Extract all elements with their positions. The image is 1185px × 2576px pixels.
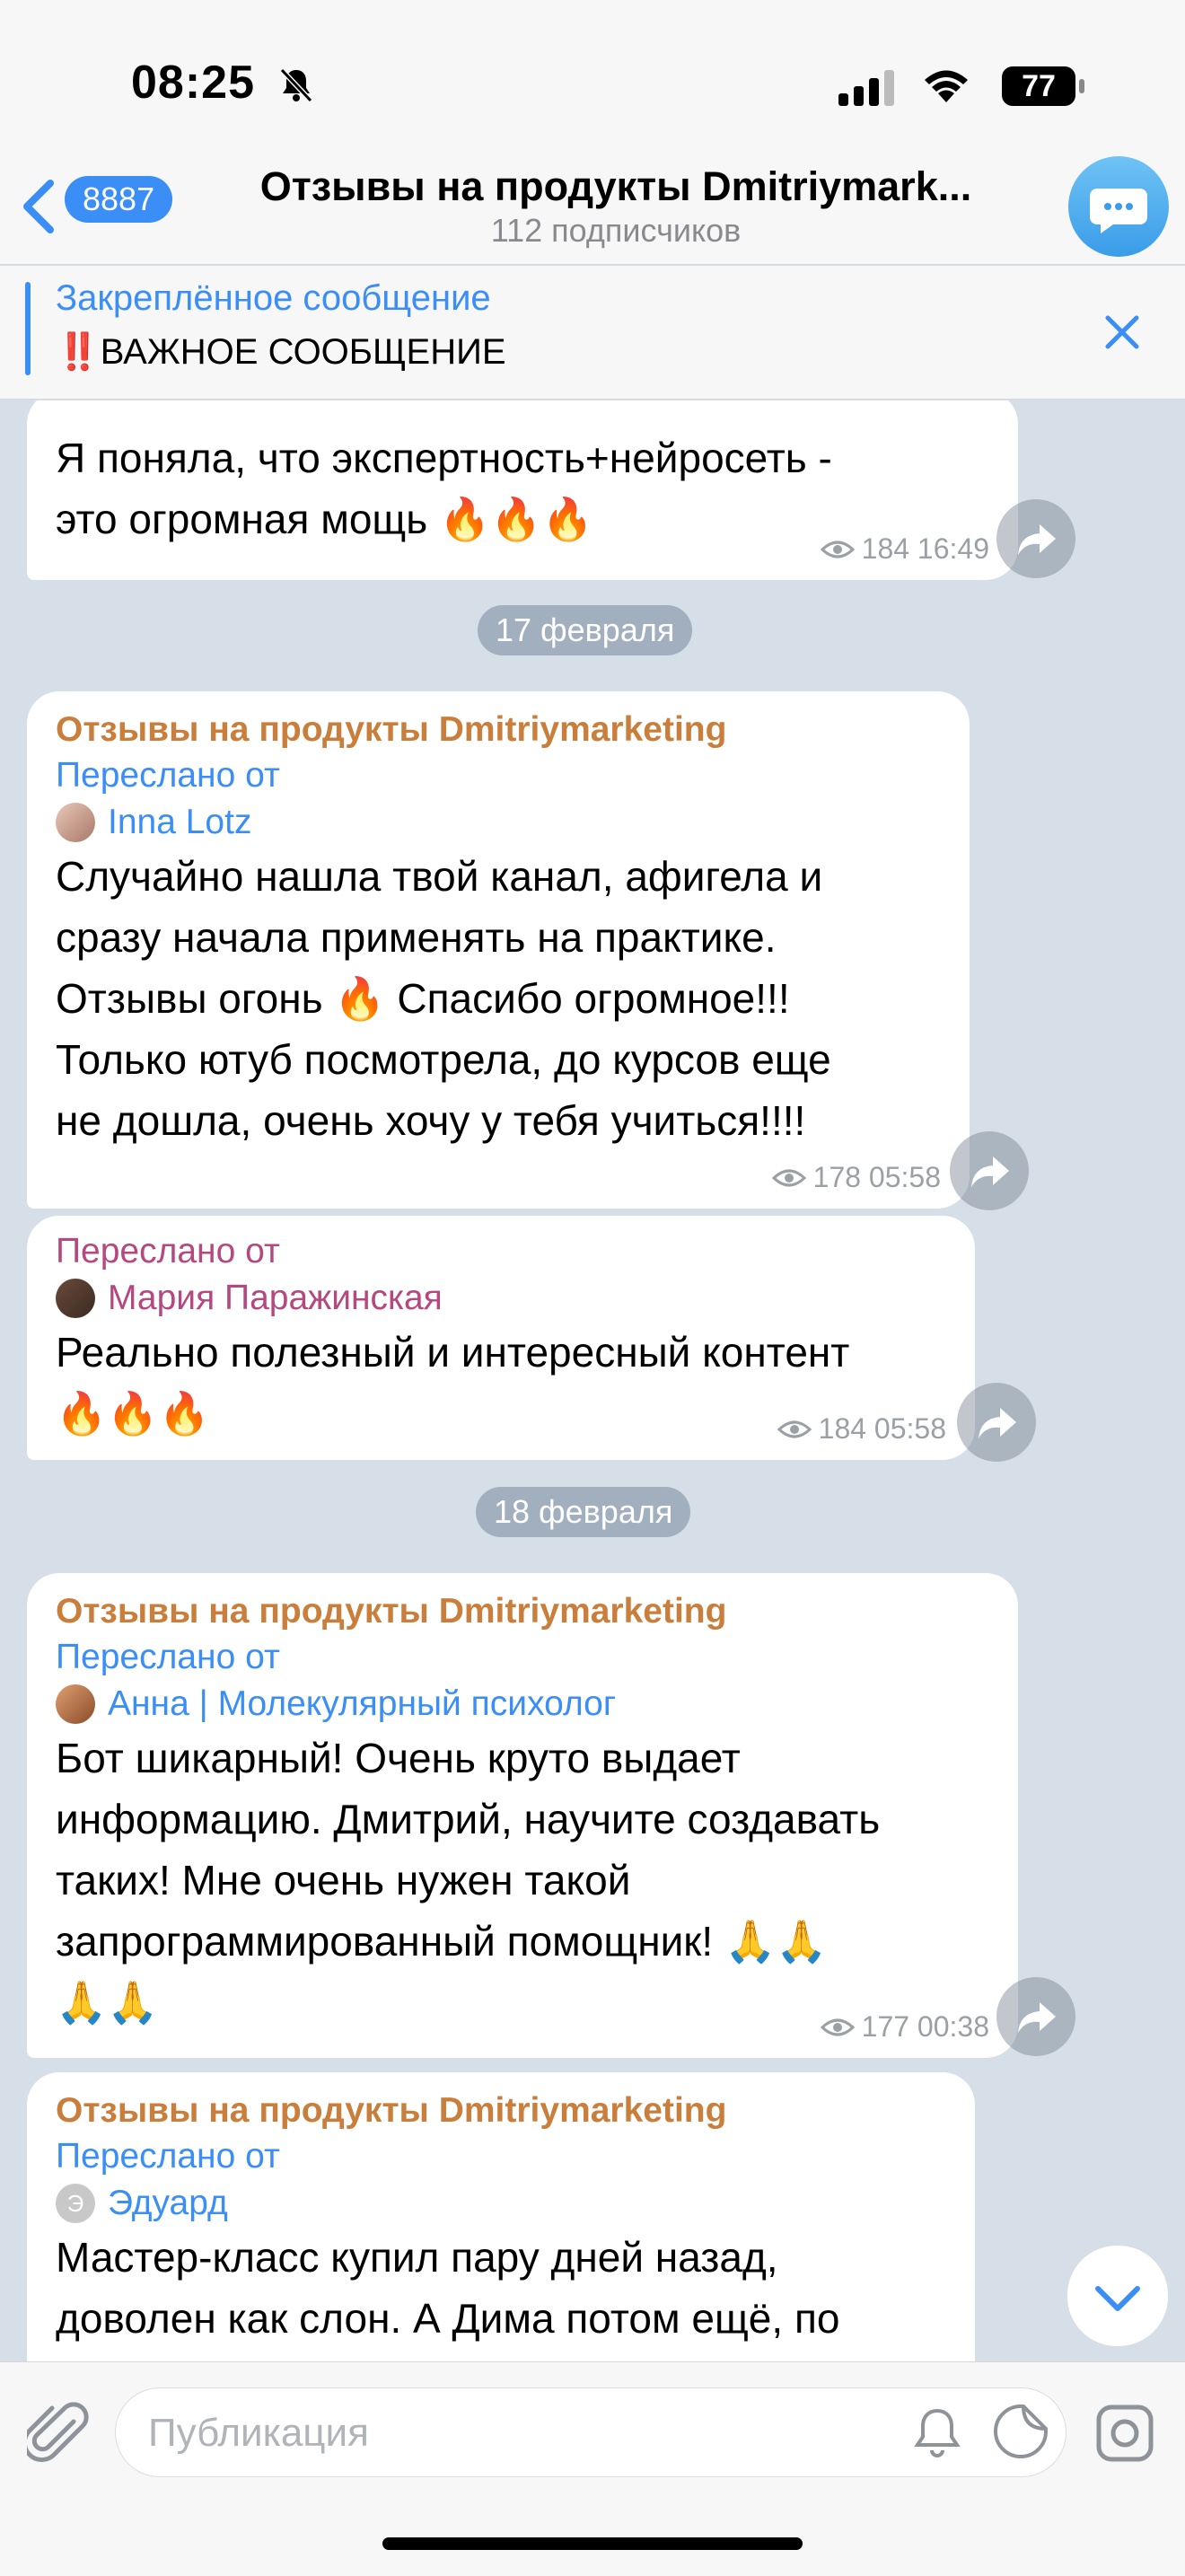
view-count: 177: [861, 2010, 910, 2043]
forwarded-author-name: Анна | Молекулярный психолог: [108, 1684, 617, 1723]
message-text-line: информацию. Дмитрий, научите создавать: [56, 1796, 881, 1842]
share-arrow-icon: [971, 1156, 1009, 1187]
channel-sender-name[interactable]: Отзывы на продукты Dmitriymarketing: [56, 2088, 946, 2133]
message-text-line: Реально полезный и интересный контент: [56, 1329, 850, 1376]
message-text-line: Только ютуб посмотрела, до курсов еще: [56, 1036, 831, 1083]
pinned-title: Закреплённое сообщение: [56, 278, 491, 318]
message-text-line: Мастер-класс купил пару дней назад,: [56, 2234, 778, 2281]
views-eye-icon: [777, 1420, 812, 1437]
forwarded-author[interactable]: Э Эдуард: [56, 2180, 946, 2227]
battery-tip: [1079, 79, 1084, 93]
chevron-down-icon: [1095, 2286, 1140, 2311]
date-separator: 18 февраля: [476, 1487, 691, 1537]
view-count: 184: [861, 532, 910, 565]
message-meta: 178 05:58: [771, 1161, 941, 1194]
views-eye-icon: [820, 2018, 855, 2035]
message-text-line: запрограммированный помощник! 🙏🙏: [56, 1918, 828, 1965]
message-time: 05:58: [873, 1412, 946, 1445]
battery-indicator: 77: [1002, 66, 1075, 106]
pinned-text: ‼️ВАЖНОЕ СООБЩЕНИЕ: [56, 332, 506, 372]
author-avatar: [56, 1279, 95, 1318]
silent-bell-icon: [279, 67, 313, 103]
view-count: 178: [812, 1161, 862, 1193]
message-time: 00:38: [917, 2010, 989, 2043]
status-time: 08:25: [131, 57, 255, 109]
message-bubble[interactable]: Переслано от Мария Паражинская Реально п…: [27, 1216, 975, 1460]
forwarded-author-name: Мария Паражинская: [108, 1279, 443, 1317]
message-bubble[interactable]: Я поняла, что экспертность+нейросеть - э…: [27, 400, 1018, 580]
channel-avatar[interactable]: [1068, 156, 1169, 257]
views-eye-icon: [820, 541, 855, 558]
message-meta: 184 05:58: [777, 1412, 946, 1446]
forwarded-author[interactable]: Мария Паражинская: [56, 1275, 946, 1322]
author-avatar: [56, 1684, 95, 1724]
cellular-signal-icon: [838, 70, 894, 106]
message-bubble[interactable]: Отзывы на продукты Dmitriymarketing Пере…: [27, 2072, 975, 2361]
author-avatar: Э: [56, 2184, 95, 2223]
camera-icon[interactable]: [1093, 2402, 1156, 2465]
share-arrow-icon: [979, 1408, 1016, 1438]
wifi-icon: [925, 70, 968, 102]
scroll-to-bottom-button[interactable]: [1066, 2245, 1169, 2347]
subscriber-count: 112 подписчиков: [490, 212, 742, 249]
message-time: 16:49: [917, 532, 989, 565]
channel-sender-name[interactable]: Отзывы на продукты Dmitriymarketing: [56, 1589, 989, 1634]
share-button[interactable]: [996, 1977, 1075, 2056]
pinned-message-bar[interactable]: Закреплённое сообщение ‼️ВАЖНОЕ СООБЩЕНИ…: [0, 266, 1185, 400]
forwarded-from-label: Переслано от: [56, 1232, 280, 1270]
message-bubble[interactable]: Отзывы на продукты Dmitriymarketing Пере…: [27, 691, 970, 1209]
forwarded-author-name: Inna Lotz: [108, 803, 252, 841]
forwarded-from-label: Переслано от: [56, 1638, 280, 1676]
forwarded-author[interactable]: Анна | Молекулярный психолог: [56, 1681, 989, 1728]
message-meta: 184 16:49: [820, 532, 989, 566]
message-text-line: Я поняла, что экспертность+нейросеть -: [56, 435, 832, 481]
share-button[interactable]: [950, 1131, 1029, 1210]
message-text-line: доволен как слон. А Дима потом ещё, по: [56, 2295, 840, 2342]
author-avatar: [56, 803, 95, 842]
back-chevron-icon[interactable]: [18, 178, 57, 235]
status-bar: 08:25 77: [0, 0, 1185, 162]
message-meta: 177 00:38: [820, 2010, 989, 2044]
pinned-accent-bar: [25, 282, 31, 375]
chat-header: 8887 Отзывы на продукты Dmitriymark... 1…: [0, 153, 1185, 265]
share-arrow-icon: [1018, 2002, 1056, 2033]
message-list[interactable]: Я поняла, что экспертность+нейросеть - э…: [0, 400, 1185, 2361]
message-text-line: Бот шикарный! Очень круто выдает: [56, 1735, 741, 1781]
channel-title[interactable]: Отзывы на продукты Dmitriymark...: [212, 163, 1020, 210]
message-text-line: сразу начала применять на практике.: [56, 914, 777, 961]
forwarded-from-label: Переслано от: [56, 756, 280, 795]
views-eye-icon: [771, 1169, 806, 1186]
message-text-line: Случайно нашла твой канал, афигела и: [56, 853, 823, 900]
date-separator: 17 февраля: [478, 605, 693, 655]
home-indicator: [382, 2537, 803, 2550]
forwarded-author[interactable]: Inna Lotz: [56, 799, 941, 846]
message-bubble[interactable]: Отзывы на продукты Dmitriymarketing Пере…: [27, 1573, 1018, 2058]
close-icon[interactable]: [1095, 305, 1149, 359]
share-button[interactable]: [996, 499, 1075, 578]
message-text-line: Отзывы огонь 🔥 Спасибо огромное!!!: [56, 975, 790, 1022]
channel-sender-name[interactable]: Отзывы на продукты Dmitriymarketing: [56, 708, 941, 752]
chat-bubble-icon: [1090, 189, 1147, 233]
message-text-line: таких! Мне очень нужен такой: [56, 1857, 631, 1903]
share-button[interactable]: [957, 1383, 1036, 1462]
share-arrow-icon: [1018, 524, 1056, 555]
message-text-line: не дошла, очень хочу у тебя учиться!!!!: [56, 1097, 806, 1144]
sticker-icon[interactable]: [991, 2402, 1050, 2461]
message-time: 05:58: [868, 1161, 941, 1193]
view-count: 184: [818, 1412, 867, 1445]
back-unread-badge[interactable]: 8887: [65, 176, 173, 223]
forwarded-from-label: Переслано от: [56, 2137, 280, 2176]
notification-bell-icon[interactable]: [908, 2404, 966, 2461]
forwarded-author-name: Эдуард: [108, 2184, 228, 2222]
paperclip-icon[interactable]: [27, 2402, 90, 2470]
